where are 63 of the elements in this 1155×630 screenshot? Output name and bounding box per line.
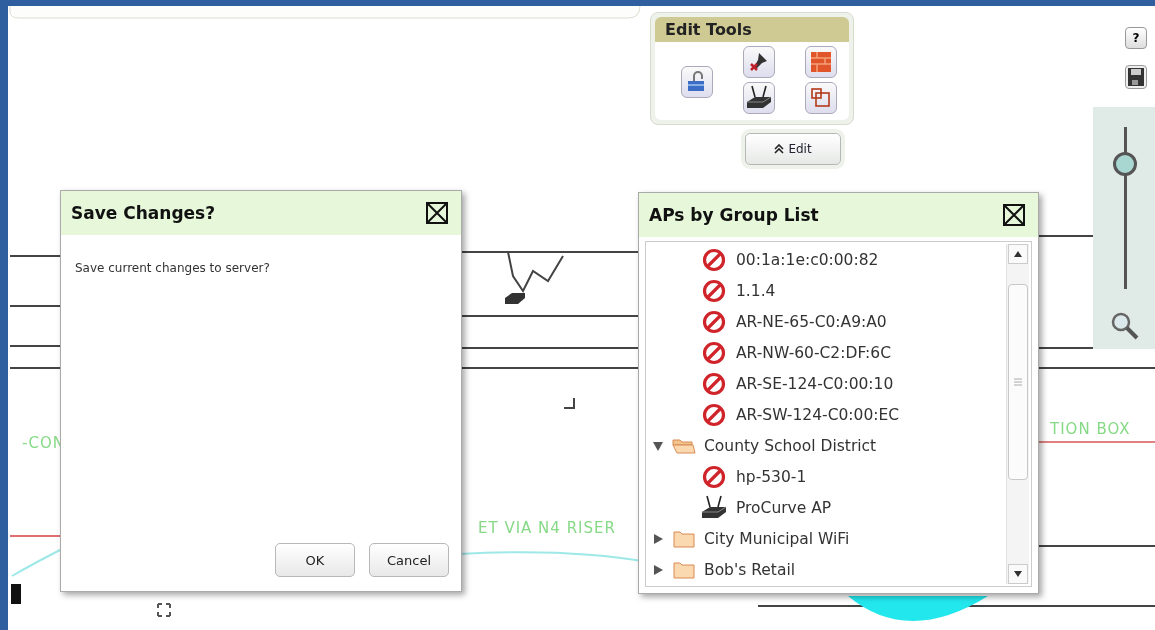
group-label: Bob's Retail xyxy=(704,560,796,579)
tree-item[interactable]: County School District xyxy=(646,430,1031,461)
tree-item[interactable]: 1.1.4 xyxy=(646,275,1031,306)
ap-label: 00:1a:1e:c0:00:82 xyxy=(736,250,879,269)
tree-item[interactable]: AR-NE-65-C0:A9:A0 xyxy=(646,306,1031,337)
dialog-message: Save current changes to server? xyxy=(75,261,271,275)
ok-button[interactable]: OK xyxy=(275,543,355,577)
floor-plan-label: ET VIA N4 RISER xyxy=(478,519,616,537)
no-entry-icon xyxy=(702,464,726,489)
tree-item[interactable]: Bob's Retail xyxy=(646,554,1031,585)
tree-item[interactable]: AR-NW-60-C2:DF:6C xyxy=(646,337,1031,368)
no-entry-icon xyxy=(702,247,726,272)
help-button[interactable]: ? xyxy=(1125,27,1147,49)
tree-item[interactable]: hp-530-1 xyxy=(646,461,1031,492)
tree-item[interactable]: AR-SE-124-C0:00:10 xyxy=(646,368,1031,399)
no-entry-icon xyxy=(702,371,726,396)
no-entry-icon xyxy=(702,402,726,427)
zoom-slider-thumb[interactable] xyxy=(1113,152,1137,177)
ap-label: AR-SE-124-C0:00:10 xyxy=(736,374,894,393)
router-icon xyxy=(745,85,773,111)
ap-label: ProCurve AP xyxy=(736,498,832,517)
cancel-button[interactable]: Cancel xyxy=(369,543,449,577)
group-label: City Municipal WiFi xyxy=(704,529,850,548)
floor-plan-label: TION BOX xyxy=(1050,420,1131,438)
expander-icon[interactable] xyxy=(652,532,664,545)
expander-icon[interactable] xyxy=(652,439,664,452)
ap-label: hp-530-1 xyxy=(736,467,807,486)
lock-tool-button[interactable] xyxy=(681,66,713,98)
remove-pin-tool-button[interactable] xyxy=(743,46,775,78)
up-arrow-icon xyxy=(1014,251,1022,257)
area-tool-button[interactable] xyxy=(805,82,837,114)
no-entry-icon xyxy=(702,309,726,334)
ap-label: AR-NE-65-C0:A9:A0 xyxy=(736,312,887,331)
search-icon[interactable] xyxy=(1110,311,1140,341)
wall-tool-button[interactable] xyxy=(805,46,837,78)
dialog-title: Save Changes? xyxy=(71,203,216,223)
scroll-down-button[interactable] xyxy=(1008,564,1028,584)
folder-icon xyxy=(672,528,696,549)
group-label: County School District xyxy=(704,436,877,455)
save-button[interactable] xyxy=(1125,65,1147,89)
double-chevron-up-icon xyxy=(774,144,785,154)
expander-icon[interactable] xyxy=(652,563,664,576)
tree-item[interactable]: City Municipal WiFi xyxy=(646,523,1031,554)
brick-wall-icon xyxy=(809,50,833,74)
dialog-title: APs by Group List xyxy=(649,205,819,225)
panel-title: Edit Tools xyxy=(655,17,849,42)
edit-ap-tool-button[interactable] xyxy=(743,82,775,114)
ap-label: AR-NW-60-C2:DF:6C xyxy=(736,343,891,362)
ap-label: 1.1.4 xyxy=(736,281,776,300)
close-button[interactable] xyxy=(1002,203,1026,227)
no-entry-icon xyxy=(702,340,726,365)
down-arrow-icon xyxy=(1014,571,1022,577)
overlapping-squares-icon xyxy=(810,87,832,109)
tree-item[interactable]: AR-SW-124-C0:00:EC xyxy=(646,399,1031,430)
no-entry-icon xyxy=(702,278,726,303)
tree-item[interactable]: ProCurve AP xyxy=(646,492,1031,523)
router-icon xyxy=(700,494,728,521)
scrollbar-thumb[interactable] xyxy=(1008,284,1028,480)
ap-label: AR-SW-124-C0:00:EC xyxy=(736,405,900,424)
folder-icon xyxy=(672,559,696,580)
tree-item[interactable]: 00:1a:1e:c0:00:82 xyxy=(646,244,1031,275)
scroll-up-button[interactable] xyxy=(1008,244,1028,264)
close-button[interactable] xyxy=(425,201,449,225)
